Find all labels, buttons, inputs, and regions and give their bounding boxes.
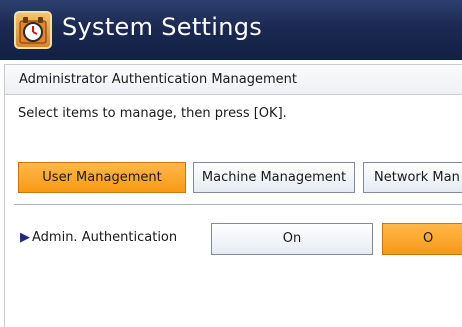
option-off-button[interactable]: O [382, 223, 462, 255]
title-bar: System Settings [0, 0, 462, 60]
admin-authentication-label: ▶ Admin. Authentication [20, 230, 177, 245]
window-title: System Settings [62, 13, 263, 41]
divider [14, 204, 462, 205]
option-on-button[interactable]: On [211, 223, 373, 255]
setting-label-text: Admin. Authentication [32, 230, 178, 245]
panel-header: Administrator Authentication Management [4, 64, 462, 95]
settings-panel [4, 95, 462, 327]
tab-user-management[interactable]: User Management [18, 162, 186, 193]
system-settings-clock-icon [14, 11, 52, 49]
row-arrow-icon: ▶ [20, 230, 30, 245]
tab-machine-management[interactable]: Machine Management [193, 162, 355, 193]
instruction-text: Select items to manage, then press [OK]. [18, 106, 287, 121]
tab-network-management[interactable]: Network Man [363, 162, 462, 193]
